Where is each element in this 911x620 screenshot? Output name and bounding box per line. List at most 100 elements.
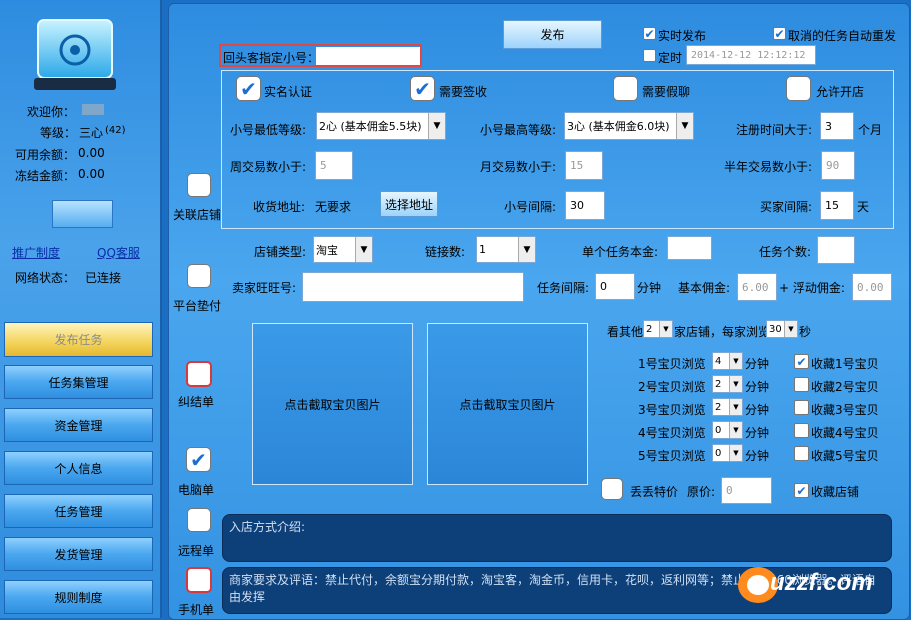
chevron-down-icon: ▼	[729, 353, 742, 369]
return-customer-input[interactable]	[316, 47, 420, 65]
sidebar-item-rules[interactable]: 规则制度	[4, 580, 153, 614]
mobile-checkbox[interactable]	[186, 567, 212, 593]
auto-repost-checkbox[interactable]: ✔	[773, 27, 786, 41]
shop-type-select[interactable]: 淘宝 ▼	[313, 236, 373, 263]
reg-time-input[interactable]: 3	[820, 112, 854, 140]
principal-input[interactable]	[667, 236, 712, 260]
item3-browse-select[interactable]: 2 ▼	[712, 398, 743, 416]
sign-label: 需要签收	[439, 85, 488, 99]
item4-unit: 分钟	[745, 426, 770, 440]
qq-service-link[interactable]: QQ客服	[97, 244, 140, 261]
orig-price-input[interactable]: 0	[721, 477, 772, 504]
sidebar-item-funds[interactable]: 资金管理	[4, 408, 153, 442]
item4-fav-label: 收藏4号宝贝	[811, 426, 879, 440]
link-shop-checkbox[interactable]	[187, 173, 211, 197]
browse-other-suffix: 秒	[799, 325, 812, 339]
month-trade-input[interactable]: 15	[565, 151, 603, 180]
other-shops-value: 2	[646, 323, 653, 335]
sidebar-item-profile[interactable]: 个人信息	[4, 451, 153, 485]
sidebar-item-publish-task[interactable]: 发布任务	[4, 322, 153, 357]
special-price-checkbox[interactable]	[601, 478, 623, 500]
week-trade-input[interactable]: 5	[315, 151, 353, 180]
wangwang-label: 卖家旺旺号:	[232, 281, 297, 295]
level-value: 三心	[79, 126, 104, 140]
chevron-down-icon: ▼	[355, 237, 372, 262]
dispute-label: 纠结单	[178, 395, 215, 409]
promo-link[interactable]: 推广制度	[12, 244, 60, 261]
timed-checkbox[interactable]	[643, 49, 656, 62]
min-level-select[interactable]: 2心 (基本佣金5.5块) ▼	[316, 112, 446, 140]
remote-label: 远程单	[178, 544, 215, 558]
dispute-checkbox[interactable]	[186, 361, 212, 387]
orig-price-label: 原价:	[687, 485, 716, 499]
sign-checkbox[interactable]: ✔	[410, 76, 435, 101]
reg-time-unit: 个月	[858, 123, 883, 137]
item4-browse-value: 0	[715, 424, 722, 436]
task-count-input[interactable]	[817, 236, 855, 264]
item1-browse-select[interactable]: 4 ▼	[712, 352, 743, 370]
item5-unit: 分钟	[745, 449, 770, 463]
buyer-gap-input[interactable]: 15	[820, 191, 854, 220]
platform-pay-label: 平台垫付	[173, 299, 222, 313]
platform-pay-checkbox[interactable]	[187, 264, 211, 288]
item5-browse-label: 5号宝贝浏览	[638, 449, 706, 463]
item4-browse-select[interactable]: 0 ▼	[712, 421, 743, 439]
remote-checkbox[interactable]	[187, 508, 211, 532]
sidebar-item-task-set[interactable]: 任务集管理	[4, 365, 153, 399]
chevron-down-icon: ▼	[784, 321, 797, 337]
fav-shop-checkbox[interactable]: ✔	[794, 483, 809, 498]
float-fee-input[interactable]: 0.00	[852, 273, 892, 301]
pc-checkbox[interactable]: ✔	[186, 447, 211, 472]
item5-browse-select[interactable]: 0 ▼	[712, 444, 743, 462]
capture-image-2-button[interactable]: 点击截取宝贝图片	[427, 323, 588, 485]
item2-browse-label: 2号宝贝浏览	[638, 380, 706, 394]
account-gap-input[interactable]: 30	[565, 191, 605, 220]
item5-fav-checkbox[interactable]	[794, 446, 809, 461]
base-fee-label: 基本佣金:	[678, 281, 731, 295]
chevron-down-icon: ▼	[676, 113, 693, 139]
pc-label: 电脑单	[178, 483, 215, 497]
item3-browse-value: 2	[715, 401, 722, 413]
links-select[interactable]: 1 ▼	[476, 236, 536, 263]
base-fee-input[interactable]: 6.00	[737, 273, 777, 301]
address-value: 无要求	[315, 200, 352, 214]
item3-browse-label: 3号宝贝浏览	[638, 403, 706, 417]
realtime-checkbox[interactable]: ✔	[643, 27, 656, 41]
float-fee-label: + 浮动佣金:	[779, 281, 845, 295]
item4-fav-checkbox[interactable]	[794, 423, 809, 438]
other-secs-select[interactable]: 30 ▼	[766, 320, 798, 338]
other-shops-select[interactable]: 2 ▼	[643, 320, 673, 338]
realname-checkbox[interactable]: ✔	[236, 76, 261, 101]
max-level-label: 小号最高等级:	[480, 123, 557, 137]
item2-browse-select[interactable]: 2 ▼	[712, 375, 743, 393]
sidebar-item-shipping[interactable]: 发货管理	[4, 537, 153, 571]
sidebar-item-task-manage[interactable]: 任务管理	[4, 494, 153, 528]
item2-fav-checkbox[interactable]	[794, 377, 809, 392]
item2-fav-label: 收藏2号宝贝	[811, 380, 879, 394]
item1-fav-checkbox[interactable]: ✔	[794, 354, 809, 369]
network-status-value: 已连接	[85, 271, 122, 285]
chevron-down-icon: ▼	[729, 376, 742, 392]
allow-shop-checkbox[interactable]	[786, 76, 811, 101]
item3-fav-checkbox[interactable]	[794, 400, 809, 415]
sidebar-small-button[interactable]	[52, 200, 113, 228]
reg-time-label: 注册时间大于:	[736, 123, 813, 137]
available-label: 可用余额：	[15, 148, 76, 162]
choose-address-button[interactable]: 选择地址	[380, 191, 438, 217]
task-interval-input[interactable]: 0	[595, 273, 635, 300]
fakechat-checkbox[interactable]	[613, 76, 638, 101]
publish-button[interactable]: 发布	[503, 20, 602, 49]
max-level-select[interactable]: 3心 (基本佣金6.0块) ▼	[564, 112, 694, 140]
fakechat-label: 需要假聊	[642, 85, 691, 99]
item5-browse-value: 0	[715, 447, 722, 459]
item5-fav-label: 收藏5号宝贝	[811, 449, 879, 463]
half-year-trade-input[interactable]: 90	[821, 151, 855, 180]
special-price-label: 丢丢特价	[630, 485, 679, 499]
links-value: 1	[479, 243, 486, 256]
min-level-value: 2心 (基本佣金5.5块)	[319, 120, 422, 133]
wangwang-input[interactable]	[302, 272, 524, 302]
capture-image-1-button[interactable]: 点击截取宝贝图片	[252, 323, 413, 485]
timed-datetime-field[interactable]: 2014-12-12 12:12:12	[686, 45, 816, 65]
item2-unit: 分钟	[745, 380, 770, 394]
level-label: 等级：	[40, 126, 77, 140]
